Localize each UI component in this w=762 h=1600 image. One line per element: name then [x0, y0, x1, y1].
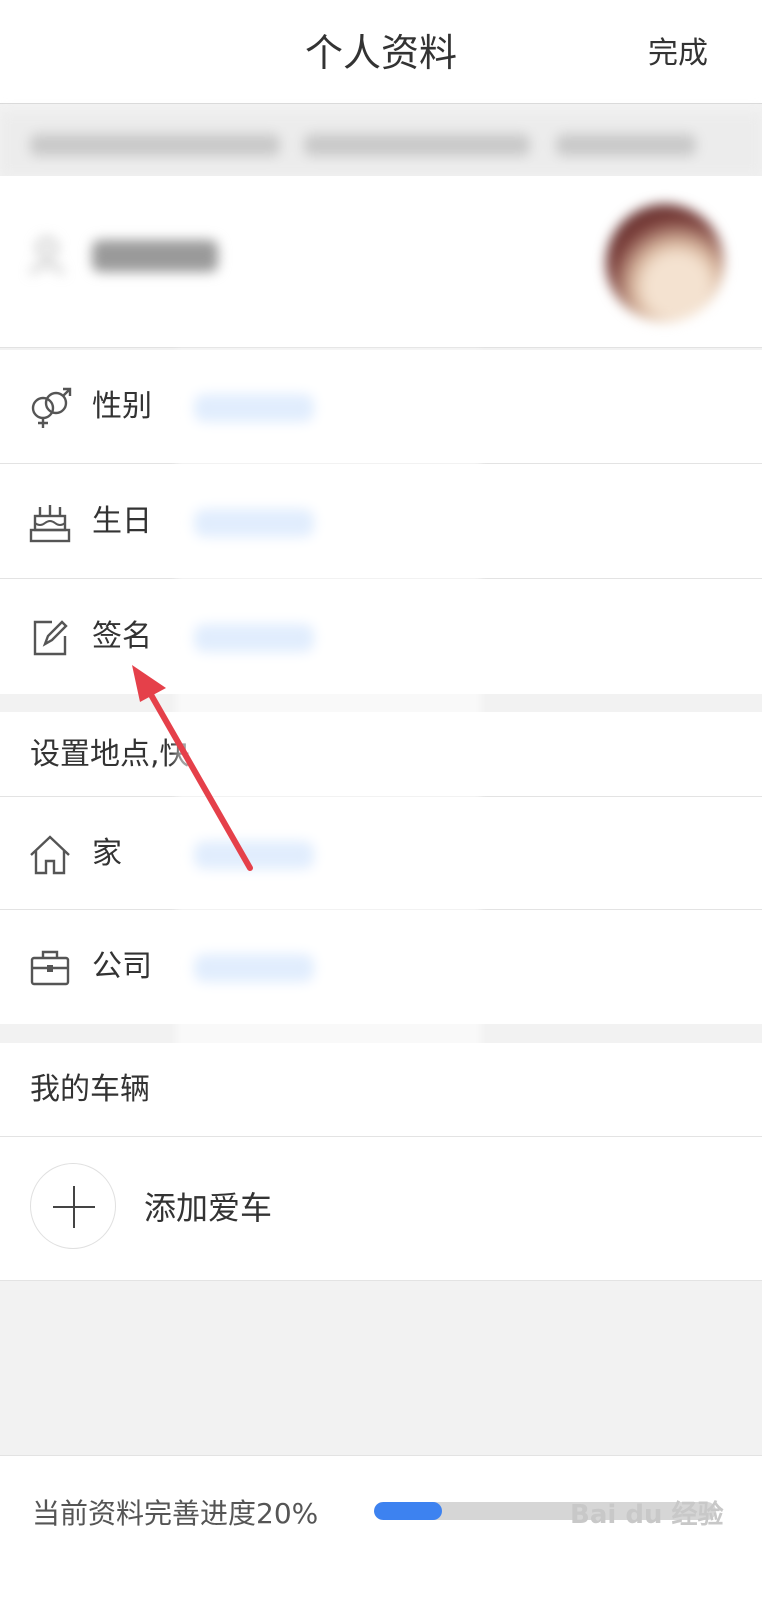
home-label: 家 — [92, 836, 122, 871]
person-icon — [30, 237, 64, 275]
vehicle-section: 我的车辆 — [0, 1043, 762, 1136]
progress-fill — [374, 1502, 443, 1520]
watermark-logo: Bai du 经验 — [570, 1500, 724, 1530]
home-icon — [30, 835, 70, 875]
done-button[interactable]: 完成 — [648, 34, 708, 74]
blur-mask — [176, 350, 481, 1056]
signature-label: 签名 — [92, 619, 152, 654]
plus-icon[interactable] — [30, 1163, 116, 1249]
gender-label: 性别 — [92, 389, 152, 424]
location-section-title: 设置地点,快 — [30, 737, 190, 772]
briefcase-icon — [30, 950, 70, 986]
add-car-label: 添加爱车 — [144, 1189, 273, 1227]
edit-icon — [33, 620, 68, 656]
gender-icon — [31, 387, 72, 428]
top-bar: 个人资料 完成 — [0, 0, 762, 104]
progress-text: 当前资料完善进度20% — [32, 1497, 319, 1530]
avatar[interactable] — [606, 204, 724, 322]
company-label: 公司 — [92, 949, 152, 984]
birthday-label: 生日 — [92, 504, 152, 539]
add-car-row[interactable]: 添加爱车 — [0, 1136, 762, 1281]
nickname-text[interactable] — [92, 240, 218, 272]
cake-icon — [29, 505, 71, 543]
vehicle-section-title: 我的车辆 — [30, 1072, 150, 1107]
blurred-banner — [0, 112, 762, 176]
profile-card[interactable] — [0, 176, 762, 348]
footer-progress: 当前资料完善进度20% Bai du 经验 — [0, 1455, 762, 1600]
